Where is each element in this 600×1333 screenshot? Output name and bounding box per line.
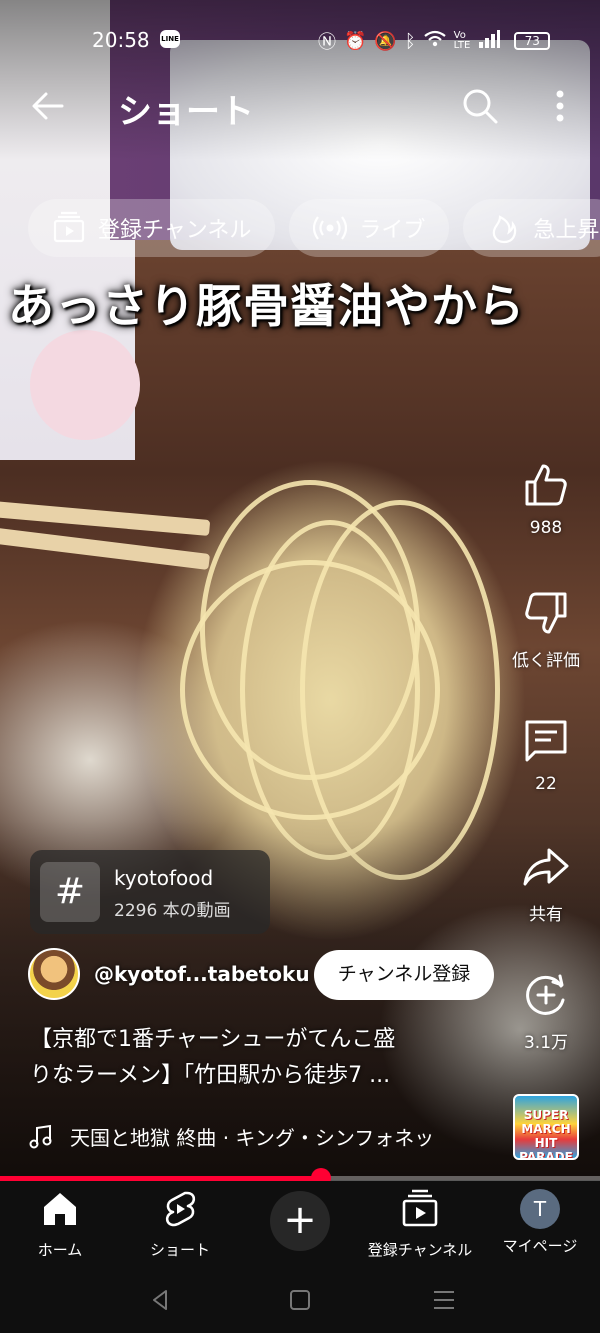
music-title: 天国と地獄 終曲 · キング・シンフォネッ: [70, 1126, 435, 1150]
nfc-icon: Ⓝ: [318, 32, 336, 53]
search-icon: [463, 89, 498, 124]
search-button[interactable]: [460, 86, 500, 126]
feed-chips: 登録チャンネル ライブ 急上昇: [28, 199, 600, 259]
mute-icon: 🔕: [374, 30, 397, 52]
bluetooth-icon: ᛒ: [404, 30, 416, 52]
subscribe-button[interactable]: チャンネル登録: [314, 950, 494, 1000]
channel-avatar[interactable]: [28, 948, 80, 1000]
chip-trending[interactable]: 急上昇: [463, 199, 600, 257]
back-button[interactable]: [28, 86, 68, 126]
home-icon: [44, 1193, 76, 1225]
chip-label: ライブ: [359, 218, 426, 243]
music-row[interactable]: 天国と地獄 終曲 · キング・シンフォネッ: [28, 1122, 434, 1151]
dislike-label: 低く評価: [512, 651, 580, 671]
system-back-button[interactable]: [140, 1285, 180, 1315]
remix-icon: [526, 974, 565, 1015]
thumb-up-icon: [525, 464, 567, 506]
music-note-icon: [29, 1124, 52, 1148]
recents-menu-icon: [434, 1291, 454, 1309]
square-home-icon: [290, 1290, 310, 1310]
dislike-button[interactable]: 低く評価: [506, 588, 586, 671]
chip-label: 急上昇: [533, 218, 600, 243]
music-album-thumbnail[interactable]: SUPER MARCH HIT PARADE: [513, 1094, 579, 1160]
nav-label: マイページ: [502, 1237, 578, 1255]
nav-home[interactable]: ホーム: [0, 1189, 120, 1260]
share-label: 共有: [529, 905, 563, 925]
top-app-bar: ショート: [0, 78, 600, 138]
live-icon: [313, 216, 348, 240]
video-title-line: りなラーメン】「竹田駅から徒歩7 ...: [30, 1063, 391, 1088]
nav-shorts[interactable]: ショート: [120, 1189, 240, 1260]
system-home-button[interactable]: [280, 1285, 320, 1315]
subscriptions-icon: [53, 211, 85, 243]
more-vert-icon: [556, 90, 564, 122]
remix-count: 3.1万: [523, 1033, 569, 1053]
hashtag-name: kyotofood: [114, 866, 214, 890]
wifi-icon: [423, 30, 446, 53]
subscriptions-icon: [402, 1189, 438, 1227]
like-button[interactable]: 988: [506, 460, 586, 538]
share-button[interactable]: 共有: [506, 842, 586, 925]
nav-label: 登録チャンネル: [367, 1241, 473, 1259]
nav-me[interactable]: T マイページ: [480, 1189, 600, 1256]
hashtag-icon: #: [40, 862, 100, 922]
shorts-icon: [165, 1191, 196, 1227]
chip-label: 登録チャンネル: [98, 218, 252, 243]
comment-count: 22: [535, 774, 557, 794]
volte-icon: Vo LTE: [453, 30, 471, 51]
status-bar: 20:58 LINE Ⓝ ⏰ 🔕 ᛒ Vo LTE 73: [0, 22, 600, 58]
comments-button[interactable]: 22: [506, 716, 586, 794]
like-count: 988: [529, 518, 563, 538]
video-overlay-caption: あっさり豚骨醤油やから: [8, 279, 525, 333]
triangle-back-icon: [153, 1290, 167, 1310]
alarm-icon: ⏰: [344, 30, 367, 52]
channel-handle[interactable]: @kyotof...tabetoku: [94, 962, 310, 986]
user-avatar: T: [520, 1189, 560, 1229]
thumb-down-icon: [525, 592, 567, 634]
status-icons: Ⓝ ⏰ 🔕 ᛒ Vo LTE 73: [318, 28, 551, 54]
signal-icon: [478, 29, 501, 53]
more-options-button[interactable]: [540, 86, 580, 126]
nav-label: ホーム: [37, 1241, 83, 1259]
video-title-line: 【京都で1番チャーシューがてんこ盛: [30, 1027, 396, 1052]
system-recents-button[interactable]: [424, 1285, 464, 1315]
system-navigation-bar: [0, 1271, 600, 1333]
page-title: ショート: [118, 92, 254, 132]
battery-icon: 73: [514, 32, 551, 50]
comment-icon: [525, 720, 567, 762]
hashtag-card[interactable]: # kyotofood 2296 本の動画: [30, 850, 270, 934]
chopsticks: [0, 500, 211, 536]
arrow-left-icon: [32, 92, 64, 120]
remix-button[interactable]: 3.1万: [506, 970, 586, 1053]
create-button[interactable]: +: [270, 1191, 330, 1251]
nav-subscriptions[interactable]: 登録チャンネル: [360, 1189, 480, 1260]
bottom-navigation: ホーム ショート + 登録チャンネル T マイページ: [0, 1181, 600, 1271]
status-time: 20:58: [92, 28, 150, 52]
trending-icon: [493, 215, 517, 244]
share-icon: [523, 848, 569, 886]
line-app-icon: LINE: [160, 30, 180, 48]
album-art-text: SUPER MARCH HIT PARADE: [519, 1108, 573, 1160]
hashtag-video-count: 2296 本の動画: [114, 901, 231, 921]
video-title[interactable]: 【京都で1番チャーシューがてんこ盛 りなラーメン】「竹田駅から徒歩7 ...: [30, 1022, 490, 1094]
chip-live[interactable]: ライブ: [289, 199, 450, 257]
chip-subscriptions[interactable]: 登録チャンネル: [28, 199, 276, 257]
nav-label: ショート: [149, 1241, 210, 1259]
